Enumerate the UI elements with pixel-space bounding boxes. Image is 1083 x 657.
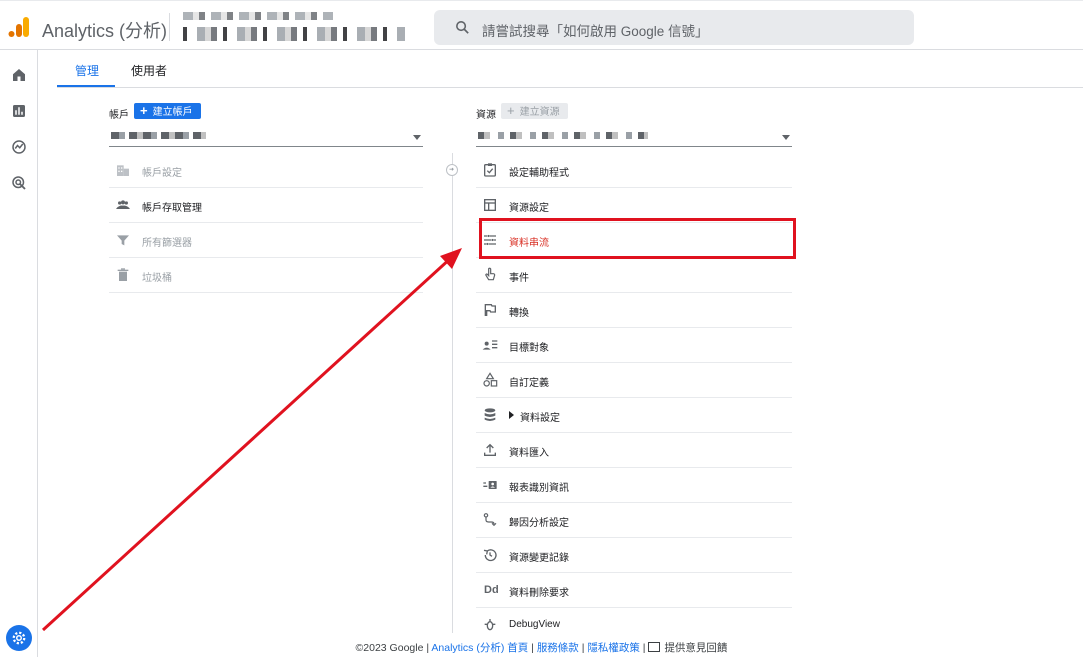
bug-icon <box>484 619 496 631</box>
menu-item-attribution-settings[interactable]: 歸因分析設定 <box>476 503 792 538</box>
menu-item-all-filters[interactable]: 所有篩選器 <box>109 223 423 258</box>
menu-item-custom-definitions[interactable]: 自訂定義 <box>476 363 792 398</box>
property-column-label: 資源 <box>476 110 496 121</box>
layout-icon <box>484 199 496 211</box>
menu-label: 資源變更記錄 <box>509 553 569 564</box>
menu-item-property-change-history[interactable]: 資源變更記錄 <box>476 538 792 573</box>
flag-icon <box>484 304 496 316</box>
analytics-logo-icon[interactable] <box>8 15 30 39</box>
home-icon[interactable] <box>10 66 28 84</box>
trash-icon <box>117 268 129 281</box>
footer: ©2023 Google | Analytics (分析) 首頁 | 服務條款 … <box>0 640 1083 657</box>
chevron-down-icon <box>413 135 421 140</box>
create-property-button[interactable]: + 建立資源 <box>501 103 568 119</box>
menu-label: 轉換 <box>509 308 529 319</box>
menu-label: 報表識別資訊 <box>509 483 569 494</box>
create-account-button[interactable]: + 建立帳戶 <box>134 103 201 119</box>
menu-item-audiences[interactable]: 目標對象 <box>476 328 792 363</box>
menu-label: 事件 <box>509 273 529 284</box>
menu-item-account-settings[interactable]: 帳戶設定 <box>109 153 423 188</box>
account-name-redacted[interactable] <box>183 12 333 20</box>
menu-label: 目標對象 <box>509 343 549 354</box>
database-icon <box>484 408 496 421</box>
building-icon <box>117 165 129 176</box>
property-selector-value-redacted <box>478 132 648 139</box>
admin-tabs: 管理 使用者 <box>57 50 1083 88</box>
history-icon <box>483 549 497 562</box>
tab-users[interactable]: 使用者 <box>131 62 167 79</box>
header-divider <box>169 13 170 41</box>
copyright-text: ©2023 Google | <box>355 642 432 654</box>
menu-item-data-import[interactable]: 資料匯入 <box>476 433 792 468</box>
active-tab-indicator <box>57 85 115 87</box>
menu-label: 所有篩選器 <box>142 238 192 249</box>
menu-item-setup-assistant[interactable]: 設定輔助程式 <box>476 153 792 188</box>
account-selector-value-redacted <box>111 132 206 139</box>
explore-icon[interactable] <box>10 138 28 156</box>
account-selector[interactable] <box>109 127 423 147</box>
feedback-link[interactable]: 提供意見回饋 <box>664 642 727 654</box>
shapes-icon <box>483 372 498 387</box>
menu-label: 垃圾桶 <box>142 273 172 284</box>
search-placeholder: 請嘗試搜尋「如何啟用 Google 信號」 <box>482 24 709 39</box>
plus-icon: + <box>140 103 148 118</box>
search-icon <box>456 21 469 34</box>
identity-icon <box>483 481 497 489</box>
reports-icon[interactable] <box>10 102 28 120</box>
privacy-link[interactable]: 隱私權政策 <box>587 642 640 654</box>
audience-icon <box>482 340 498 350</box>
property-name-redacted[interactable] <box>183 27 405 41</box>
tab-admin[interactable]: 管理 <box>75 62 99 79</box>
menu-item-trash[interactable]: 垃圾桶 <box>109 258 423 293</box>
upload-icon <box>484 443 496 456</box>
menu-item-conversions[interactable]: 轉換 <box>476 293 792 328</box>
menu-label: 資料刪除要求 <box>509 588 569 599</box>
column-divider <box>452 153 453 633</box>
left-nav-rail <box>0 50 38 657</box>
terms-link[interactable]: 服務條款 <box>537 642 579 654</box>
create-account-label: 建立帳戶 <box>152 107 193 118</box>
checklist-icon <box>484 163 496 177</box>
menu-label: 資料匯入 <box>509 448 549 459</box>
menu-label: 歸因分析設定 <box>509 518 569 529</box>
menu-label: 資料設定 <box>520 413 560 424</box>
footer-separator: | <box>639 642 649 654</box>
feedback-icon[interactable] <box>648 642 661 652</box>
menu-label: 帳戶存取管理 <box>142 203 202 214</box>
annotation-highlight-box <box>479 218 796 259</box>
create-property-label: 建立資源 <box>519 107 560 118</box>
chevron-down-icon <box>782 135 790 140</box>
expand-triangle-icon <box>509 411 514 419</box>
home-link[interactable]: Analytics (分析) 首頁 <box>431 642 528 654</box>
attribution-icon <box>483 513 497 527</box>
advertising-icon[interactable] <box>10 174 28 192</box>
menu-label: 設定輔助程式 <box>509 168 569 179</box>
menu-label: 資源設定 <box>509 203 549 214</box>
app-title[interactable]: Analytics (分析) <box>42 17 167 43</box>
footer-separator: | <box>528 642 537 654</box>
account-column-label: 帳戶 <box>109 110 129 121</box>
menu-label: 自訂定義 <box>509 378 549 389</box>
property-selector[interactable] <box>476 127 792 147</box>
menu-item-debugview[interactable]: DebugView <box>476 608 792 643</box>
menu-item-data-settings[interactable]: 資料設定 <box>476 398 792 433</box>
menu-item-data-deletion-requests[interactable]: Dd 資料刪除要求 <box>476 573 792 608</box>
plus-icon: + <box>507 103 515 118</box>
menu-item-account-access[interactable]: 帳戶存取管理 <box>109 188 423 223</box>
top-bar: Analytics (分析) 請嘗試搜尋「如何啟用 Google 信號」 <box>0 0 1083 50</box>
people-icon <box>116 200 130 209</box>
menu-label: DebugView <box>509 619 560 630</box>
menu-label: 帳戶設定 <box>142 168 182 179</box>
dd-icon: Dd <box>484 584 499 596</box>
column-link-icon <box>446 164 458 176</box>
menu-item-events[interactable]: 事件 <box>476 258 792 293</box>
menu-item-reporting-identity[interactable]: 報表識別資訊 <box>476 468 792 503</box>
touch-icon <box>485 267 496 281</box>
search-bar[interactable]: 請嘗試搜尋「如何啟用 Google 信號」 <box>434 10 914 45</box>
filter-icon <box>117 235 129 246</box>
